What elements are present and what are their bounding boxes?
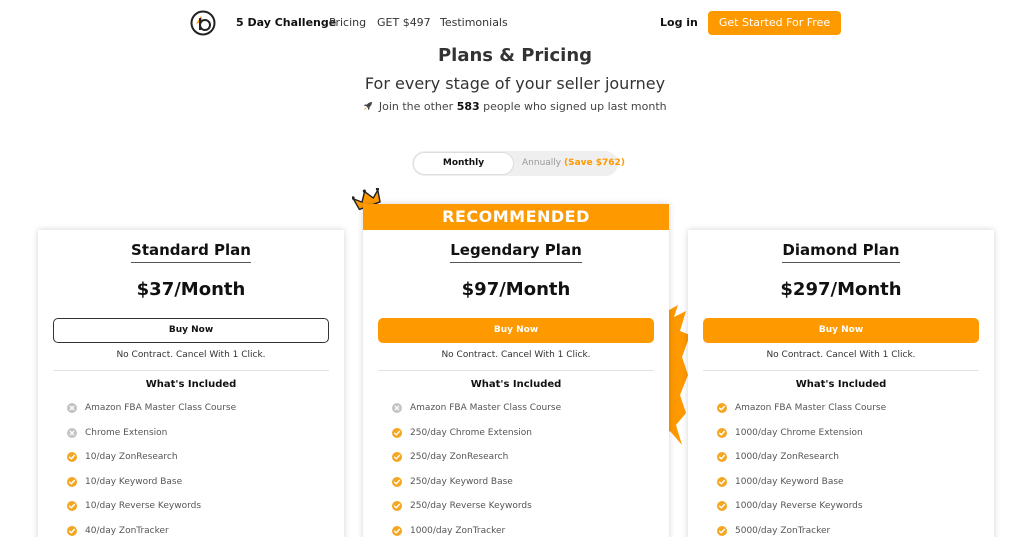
feature-item: 250/day Keyword Base: [392, 470, 669, 495]
check-icon: [717, 427, 727, 438]
feature-item: Amazon FBA Master Class Course: [717, 396, 994, 421]
buy-now-button[interactable]: Buy Now: [378, 318, 654, 343]
feature-list: Amazon FBA Master Class Course 1000/day C…: [717, 396, 994, 537]
get-started-button[interactable]: Get Started For Free: [708, 11, 841, 35]
feature-item: 5000/day ZonTracker: [717, 519, 994, 537]
plan-card-standard: Standard Plan $37/Month Buy Now No Contr…: [38, 230, 344, 537]
check-icon: [67, 452, 77, 463]
feature-list: Amazon FBA Master Class Course 250/day Ch…: [392, 396, 669, 537]
feature-text: 1000/day Keyword Base: [735, 476, 844, 487]
nav-link-get-497[interactable]: GET $497: [377, 16, 431, 29]
join-suffix: people who signed up last month: [483, 100, 667, 113]
feature-item: 1000/day Chrome Extension: [717, 421, 994, 446]
annual-savings: (Save $762): [564, 158, 625, 168]
plan-name: Diamond Plan: [782, 241, 900, 263]
toggle-annually[interactable]: Annually (Save $762): [522, 151, 625, 176]
check-icon: [67, 525, 77, 536]
check-icon: [67, 476, 77, 487]
feature-text: 10/day ZonResearch: [85, 452, 178, 463]
check-icon: [717, 525, 727, 536]
page-title: Plans & Pricing: [437, 45, 593, 66]
feature-item: 1000/day Reverse Keywords: [717, 494, 994, 519]
feature-text: Chrome Extension: [85, 427, 168, 438]
join-prefix: Join the other: [378, 100, 454, 113]
feature-text: Amazon FBA Master Class Course: [85, 403, 237, 414]
feature-item: 250/day Chrome Extension: [392, 421, 669, 446]
check-icon: [392, 525, 402, 536]
contract-note: No Contract. Cancel With 1 Click.: [766, 350, 916, 360]
feature-text: 250/day Chrome Extension: [410, 427, 532, 438]
nav-link-pricing[interactable]: Pricing: [329, 16, 366, 29]
feature-item: 250/day Reverse Keywords: [392, 494, 669, 519]
check-icon: [717, 501, 727, 512]
check-icon: [392, 427, 402, 438]
feature-item: Amazon FBA Master Class Course: [392, 396, 669, 421]
cross-icon: [67, 427, 77, 438]
check-icon: [392, 452, 402, 463]
divider: [53, 370, 329, 371]
cross-icon: [392, 403, 402, 414]
check-icon: [717, 452, 727, 463]
feature-text: 1000/day ZonTracker: [410, 525, 506, 536]
feature-item: 250/day ZonResearch: [392, 445, 669, 470]
feature-text: 250/day Keyword Base: [410, 476, 513, 487]
feature-list: Amazon FBA Master Class Course Chrome Ext…: [67, 396, 344, 537]
plan-price: $297/Month: [780, 279, 902, 300]
feature-text: 250/day ZonResearch: [410, 452, 509, 463]
billing-toggle[interactable]: Monthly Annually (Save $762): [412, 151, 625, 176]
check-icon: [67, 501, 77, 512]
nav-link-testimonials[interactable]: Testimonials: [440, 16, 508, 29]
feature-text: 40/day ZonTracker: [85, 525, 169, 536]
logo-icon[interactable]: [190, 10, 216, 36]
whats-included-heading: What's Included: [470, 379, 562, 390]
feature-item: 1000/day ZonTracker: [392, 519, 669, 537]
buy-now-button[interactable]: Buy Now: [53, 318, 329, 343]
feature-text: Amazon FBA Master Class Course: [735, 403, 887, 414]
divider: [378, 370, 654, 371]
contract-note: No Contract. Cancel With 1 Click.: [441, 350, 591, 360]
feature-item: Chrome Extension: [67, 421, 344, 446]
check-icon: [392, 476, 402, 487]
feature-text: Amazon FBA Master Class Course: [410, 403, 562, 414]
signup-count-line: Join the other 583 people who signed up …: [0, 100, 1024, 113]
recommended-badge: RECOMMENDED: [363, 204, 669, 230]
feature-item: 10/day Reverse Keywords: [67, 494, 344, 519]
feature-text: 1000/day Chrome Extension: [735, 427, 863, 438]
check-icon: [717, 403, 727, 414]
buy-now-button[interactable]: Buy Now: [703, 318, 979, 343]
toggle-annually-label: Annually: [522, 158, 562, 168]
whats-included-heading: What's Included: [795, 379, 887, 390]
cross-icon: [67, 403, 77, 414]
whats-included-heading: What's Included: [145, 379, 237, 390]
contract-note: No Contract. Cancel With 1 Click.: [116, 350, 266, 360]
signup-count: 583: [456, 100, 480, 113]
page-subtitle: For every stage of your seller journey: [364, 74, 666, 93]
feature-text: 1000/day Reverse Keywords: [735, 501, 863, 512]
check-icon: [392, 501, 402, 512]
feature-item: 40/day ZonTracker: [67, 519, 344, 537]
check-icon: [717, 476, 727, 487]
plan-price: $97/Month: [461, 279, 571, 300]
rocket-icon: [364, 102, 373, 110]
feature-text: 1000/day ZonResearch: [735, 452, 840, 463]
plan-card-legendary: RECOMMENDED Legendary Plan $97/Month Buy…: [363, 204, 669, 537]
feature-text: 10/day Keyword Base: [85, 476, 183, 487]
feature-text: 5000/day ZonTracker: [735, 525, 831, 536]
feature-item: 10/day ZonResearch: [67, 445, 344, 470]
feature-item: 10/day Keyword Base: [67, 470, 344, 495]
feature-text: 10/day Reverse Keywords: [85, 501, 202, 512]
top-nav: 5 Day Challenge Pricing GET $497 Testimo…: [0, 0, 1024, 46]
divider: [703, 370, 979, 371]
plan-name: Legendary Plan: [450, 241, 582, 263]
plan-card-diamond: Diamond Plan $297/Month Buy Now No Contr…: [688, 230, 994, 537]
toggle-monthly[interactable]: Monthly: [413, 152, 514, 175]
feature-item: Amazon FBA Master Class Course: [67, 396, 344, 421]
login-link[interactable]: Log in: [660, 16, 698, 29]
feature-item: 1000/day ZonResearch: [717, 445, 994, 470]
nav-link-5-day-challenge[interactable]: 5 Day Challenge: [236, 16, 336, 29]
plan-name: Standard Plan: [131, 241, 251, 263]
feature-item: 1000/day Keyword Base: [717, 470, 994, 495]
plan-price: $37/Month: [136, 279, 246, 300]
feature-text: 250/day Reverse Keywords: [410, 501, 532, 512]
